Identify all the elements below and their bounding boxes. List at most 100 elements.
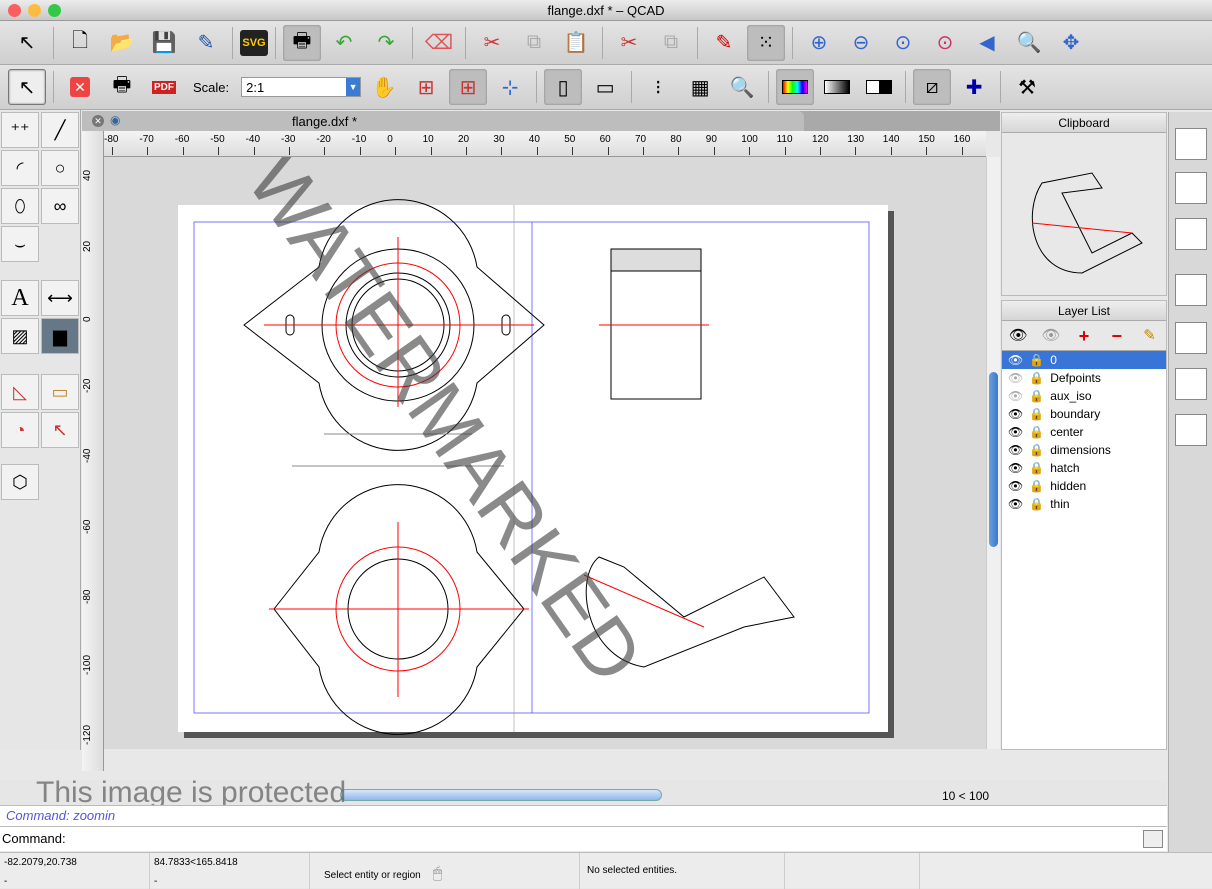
block-tool-icon[interactable]: ⬡ bbox=[1, 464, 39, 500]
cut-reference-icon[interactable]: ✂ bbox=[610, 25, 648, 61]
lock-icon[interactable]: 🔒 bbox=[1029, 461, 1044, 475]
svg-export-icon[interactable]: SVG bbox=[240, 29, 268, 56]
eye-icon[interactable]: 👁 bbox=[1008, 353, 1023, 367]
line-tool-icon[interactable]: ╱ bbox=[41, 112, 79, 148]
open-icon[interactable]: 📂 bbox=[103, 25, 141, 61]
line-width-icon[interactable]: ⧄ bbox=[913, 69, 952, 105]
vertical-scroll-thumb[interactable] bbox=[989, 372, 998, 547]
spline-tool-icon[interactable]: ∞ bbox=[41, 188, 79, 224]
landscape-icon[interactable]: ▭ bbox=[586, 69, 624, 105]
horizontal-scroll-thumb[interactable] bbox=[340, 789, 662, 801]
pointer-icon[interactable]: ↖ bbox=[8, 25, 46, 61]
undo-icon[interactable]: ↶ bbox=[325, 25, 363, 61]
measure-tool-icon[interactable]: ▭ bbox=[41, 374, 79, 410]
lock-icon[interactable]: 🔒 bbox=[1029, 371, 1044, 385]
zoom-window-icon[interactable]: 🔍 bbox=[1010, 25, 1048, 61]
cut-icon[interactable]: ✂ bbox=[473, 25, 511, 61]
hide-all-layers-icon[interactable]: 👁 bbox=[1035, 321, 1068, 350]
pen-icon[interactable]: ✎ bbox=[705, 25, 743, 61]
property-editor-icon[interactable] bbox=[1175, 274, 1207, 306]
page-grid-icon[interactable]: ▦ bbox=[681, 69, 719, 105]
zoom-in-icon[interactable]: ⊕ bbox=[800, 25, 838, 61]
edit-layer-icon[interactable]: ✎ bbox=[1133, 321, 1166, 350]
eye-icon[interactable]: 👁 bbox=[1008, 461, 1023, 475]
layer-row[interactable]: 👁 🔒 aux_iso bbox=[1002, 387, 1166, 405]
lock-icon[interactable]: 🔒 bbox=[1029, 425, 1044, 439]
eye-icon[interactable]: 👁 bbox=[1008, 407, 1023, 421]
clipboard-dock-icon[interactable] bbox=[1175, 128, 1207, 160]
zoom-pan-icon[interactable]: ✥ bbox=[1052, 25, 1090, 61]
lock-icon[interactable]: 🔒 bbox=[1029, 497, 1044, 511]
print-icon[interactable]: 🖶 bbox=[103, 69, 141, 105]
center-paper-icon[interactable]: ⊞ bbox=[407, 69, 445, 105]
select-tool-icon[interactable]: ↖ bbox=[41, 412, 79, 448]
eye-icon[interactable]: 👁 bbox=[1008, 425, 1023, 439]
vertical-scrollbar[interactable] bbox=[986, 157, 1000, 749]
circle-tool-icon[interactable]: ○ bbox=[41, 150, 79, 186]
new-file-icon[interactable]: 🗋 bbox=[61, 25, 99, 61]
tools-icon[interactable]: ⚒ bbox=[1008, 69, 1046, 105]
copy-icon[interactable]: ⧉ bbox=[515, 25, 553, 61]
print-preview-icon[interactable]: 🖶 bbox=[283, 24, 321, 61]
eraser-icon[interactable]: ⌫ bbox=[420, 25, 458, 61]
grayscale-icon[interactable] bbox=[818, 69, 856, 105]
pan-hand-icon[interactable]: ✋ bbox=[365, 69, 403, 105]
hatch-tool-icon[interactable]: ▨ bbox=[1, 318, 39, 354]
save-as-icon[interactable]: ✎ bbox=[187, 25, 225, 61]
image-tool-icon[interactable]: ▆ bbox=[41, 318, 79, 354]
layer-list-icon[interactable] bbox=[1175, 322, 1207, 354]
close-tab-icon[interactable]: ✕ bbox=[92, 115, 104, 127]
select-icon[interactable]: ↖ bbox=[8, 69, 46, 105]
color-mode-icon[interactable] bbox=[776, 69, 815, 105]
modify-tool-icon[interactable]: ◺ bbox=[1, 374, 39, 410]
layer-row[interactable]: 👁 🔒 hidden bbox=[1002, 477, 1166, 495]
close-window-button[interactable] bbox=[8, 4, 21, 17]
layer-row[interactable]: 👁 🔒 boundary bbox=[1002, 405, 1166, 423]
ellipse-tool-icon[interactable]: ⬯ bbox=[1, 188, 39, 224]
show-all-layers-icon[interactable]: 👁 bbox=[1002, 321, 1035, 350]
eye-icon[interactable]: 👁 bbox=[1008, 479, 1023, 493]
portrait-icon[interactable]: ▯ bbox=[544, 69, 583, 105]
lock-icon[interactable]: 🔒 bbox=[1029, 479, 1044, 493]
layer-row[interactable]: 👁 🔒 dimensions bbox=[1002, 441, 1166, 459]
zoom-auto-icon[interactable]: ⊙ bbox=[884, 25, 922, 61]
clipboard-list-icon[interactable] bbox=[1175, 368, 1207, 400]
remove-layer-icon[interactable]: − bbox=[1100, 321, 1133, 350]
command-history-icon[interactable] bbox=[1175, 414, 1207, 446]
lock-icon[interactable]: 🔒 bbox=[1029, 443, 1044, 457]
layer-row[interactable]: 👁 🔒 hatch bbox=[1002, 459, 1166, 477]
one-page-icon[interactable]: ⁝ bbox=[639, 69, 677, 105]
snap-tool-icon[interactable]: ◔ bbox=[1, 412, 39, 448]
zoom-window-button[interactable] bbox=[48, 4, 61, 17]
eye-icon[interactable]: 👁 bbox=[1008, 443, 1023, 457]
layer-row[interactable]: 👁 🔒 0 bbox=[1002, 351, 1166, 369]
minimize-window-button[interactable] bbox=[28, 4, 41, 17]
crosshair-icon[interactable]: ✚ bbox=[955, 69, 993, 105]
layer-row[interactable]: 👁 🔒 center bbox=[1002, 423, 1166, 441]
eye-icon[interactable]: 👁 bbox=[1008, 389, 1023, 403]
command-dock-button[interactable] bbox=[1143, 830, 1163, 848]
pdf-export-icon[interactable]: PDF bbox=[145, 69, 183, 105]
arc-tool-icon[interactable]: ◜ bbox=[1, 150, 39, 186]
command-line[interactable]: Command: bbox=[0, 826, 1167, 851]
block-list-icon[interactable] bbox=[1175, 172, 1207, 204]
lock-icon[interactable]: 🔒 bbox=[1029, 407, 1044, 421]
center-origin-icon[interactable]: ⊹ bbox=[491, 69, 529, 105]
eye-icon[interactable]: 👁 bbox=[1008, 497, 1023, 511]
lock-icon[interactable]: 🔒 bbox=[1029, 389, 1044, 403]
black-white-icon[interactable] bbox=[860, 69, 898, 105]
grid-icon[interactable]: ⁙ bbox=[747, 24, 785, 61]
copy-reference-icon[interactable]: ⧉ bbox=[652, 25, 690, 61]
text-tool-icon[interactable]: A bbox=[1, 280, 39, 316]
save-icon[interactable]: 💾 bbox=[145, 25, 183, 61]
zoom-out-icon[interactable]: ⊖ bbox=[842, 25, 880, 61]
paste-icon[interactable]: 📋 bbox=[557, 25, 595, 61]
library-icon[interactable] bbox=[1175, 218, 1207, 250]
zoom-page-icon[interactable]: 🔍 bbox=[723, 69, 761, 105]
eye-icon[interactable]: 👁 bbox=[1008, 371, 1023, 385]
fit-paper-icon[interactable]: ⊞ bbox=[449, 69, 488, 105]
lock-icon[interactable]: 🔒 bbox=[1029, 353, 1044, 367]
zoom-previous-icon[interactable]: ◀ bbox=[968, 25, 1006, 61]
close-preview-icon[interactable]: ✕ bbox=[61, 69, 99, 105]
document-tab[interactable]: ✕ ◉ flange.dxf * bbox=[82, 111, 804, 131]
